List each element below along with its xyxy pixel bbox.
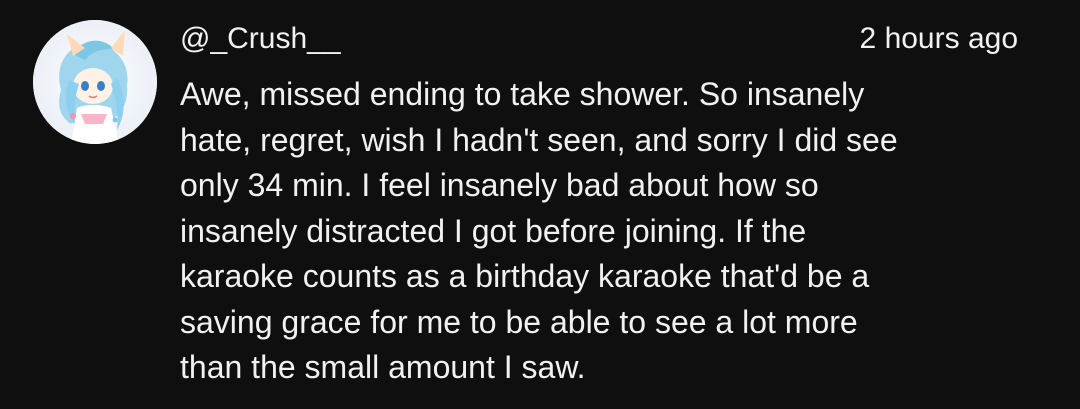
comment-text-line: insanely distracted I got before joining… [180,212,807,249]
anime-character-avatar-icon [33,20,157,144]
comment-body: Awe, missed ending to take shower. So in… [180,72,1020,391]
avatar[interactable] [33,20,157,144]
comment-card: @_Crush__ 2 hours ago Awe, missed ending… [0,0,1080,409]
comment-text-line: only 34 min. I feel insanely bad about h… [180,167,819,203]
comment-text-line: than the small amount I saw. [180,349,586,385]
comment-text-line: saving grace for me to be able to see a … [180,303,858,340]
comment-text-line: hate, regret, wish I hadn't seen, and so… [180,121,898,158]
comment-text-line: Awe, missed ending to take shower. So in… [180,76,865,112]
comment-author[interactable]: @_Crush__ [180,20,341,58]
comment-text-line: karaoke counts as a birthday karaoke tha… [180,258,870,294]
comment-timestamp: 2 hours ago [859,22,1018,55]
